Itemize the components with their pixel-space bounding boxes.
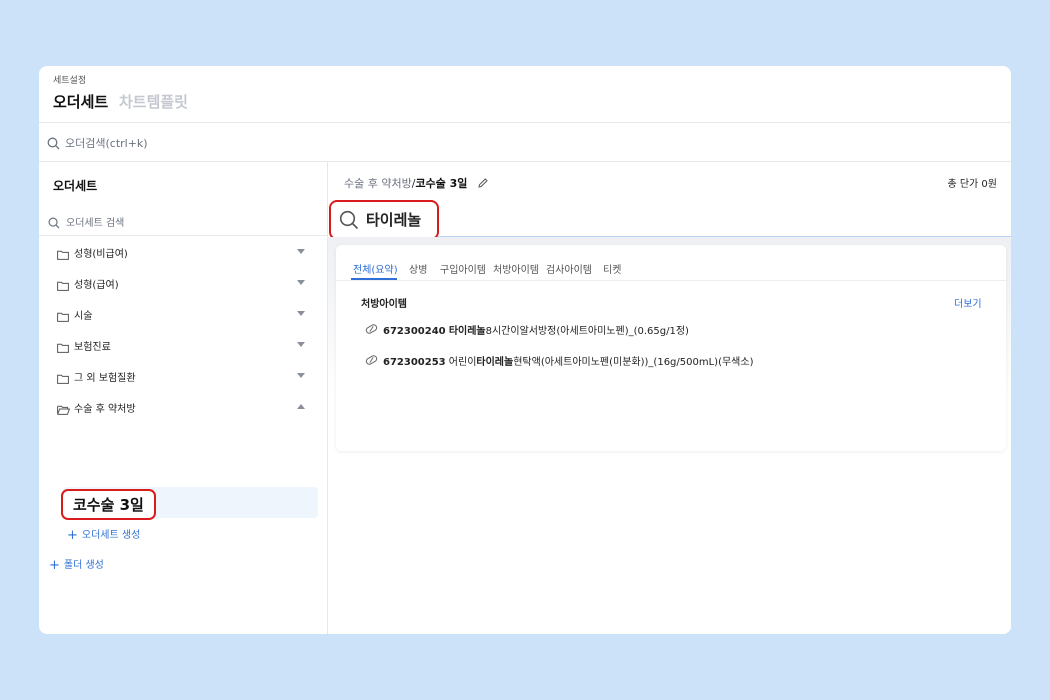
chevron-down-icon[interactable] <box>297 311 305 316</box>
plus-icon: + <box>67 528 78 543</box>
folder-icon <box>57 245 69 264</box>
header-tabs: 오더세트 차트템플릿 <box>53 91 188 112</box>
app-window: 세트설정 오더세트 차트템플릿 오더검색(ctrl+k) 오더세트 오더세트 검… <box>39 66 1011 634</box>
folder-label: 시술 <box>74 311 93 322</box>
folder-open-icon <box>57 400 71 419</box>
tab-purchase-items[interactable]: 구입아이템 <box>440 261 486 276</box>
sidebar-title: 오더세트 <box>53 179 98 193</box>
pill-icon <box>365 355 378 368</box>
plus-icon: + <box>49 558 60 573</box>
search-value: 타이레놀 <box>366 211 422 229</box>
item-search-input[interactable]: 타이레놀 <box>329 200 439 240</box>
section-title: 처방아이템 <box>361 299 407 310</box>
breadcrumb-current: 코수술 3일 <box>415 177 468 190</box>
folder-item[interactable]: 그 외 보험질환 <box>39 361 327 391</box>
search-icon <box>47 135 60 154</box>
folder-label: 그 외 보험질환 <box>74 373 136 384</box>
breadcrumb-parent[interactable]: 수술 후 약처방 <box>344 177 412 190</box>
chevron-down-icon[interactable] <box>297 280 305 285</box>
active-tab-indicator <box>351 278 397 280</box>
folder-item[interactable]: 보험진료 <box>39 330 327 360</box>
result-item[interactable]: 672300253 어린이타이레놀현탁액(아세트아미노펜(미분화))_(16g/… <box>365 353 985 368</box>
tab-exam-items[interactable]: 검사아이템 <box>546 261 592 276</box>
result-item[interactable]: 672300240 타이레놀8시간이알서방정(아세트아미노펜)_(0.65g/1… <box>365 322 985 337</box>
result-tabs: 전체(요약) 상병 구입아이템 처방아이템 검사아이템 티켓 <box>336 245 1006 281</box>
search-icon <box>48 214 60 233</box>
global-search-bar[interactable]: 오더검색(ctrl+k) <box>39 122 1011 162</box>
global-search-input[interactable]: 오더검색(ctrl+k) <box>65 135 148 151</box>
folder-icon <box>57 307 69 326</box>
result-text: 672300240 타이레놀8시간이알서방정(아세트아미노펜)_(0.65g/1… <box>383 326 689 337</box>
folder-icon <box>57 338 69 357</box>
folder-label: 수술 후 약처방 <box>74 404 136 415</box>
add-folder-button[interactable]: + 폴더 생성 <box>49 556 104 573</box>
search-icon <box>339 210 359 234</box>
folder-item[interactable]: 성형(급여) <box>39 268 327 298</box>
total-price: 총 단가 0원 <box>947 179 997 190</box>
pill-icon <box>365 324 378 337</box>
chevron-up-icon[interactable] <box>297 404 305 409</box>
folder-label: 성형(비급여) <box>74 249 128 260</box>
tab-all-summary[interactable]: 전체(요약) <box>353 261 398 276</box>
folder-label: 보험진료 <box>74 342 111 353</box>
breadcrumb: 수술 후 약처방/코수술 3일 <box>344 175 489 192</box>
folder-icon <box>57 369 69 388</box>
order-set-search-input[interactable]: 오더세트 검색 <box>66 214 124 229</box>
tab-diagnosis[interactable]: 상병 <box>409 261 427 276</box>
chevron-down-icon[interactable] <box>297 373 305 378</box>
folder-icon <box>57 276 69 295</box>
main-panel: 수술 후 약처방/코수술 3일 총 단가 0원 타이레놀 전체(요약) 상병 구… <box>328 162 1011 634</box>
chevron-down-icon[interactable] <box>297 342 305 347</box>
result-text: 672300253 어린이타이레놀현탁액(아세트아미노펜(미분화))_(16g/… <box>383 357 754 368</box>
search-results-card: 전체(요약) 상병 구입아이템 처방아이템 검사아이템 티켓 처방아이템 더보기… <box>336 245 1006 451</box>
tab-prescription-items[interactable]: 처방아이템 <box>493 261 539 276</box>
chevron-down-icon[interactable] <box>297 249 305 254</box>
folder-label: 성형(급여) <box>74 280 119 291</box>
pencil-icon[interactable] <box>477 177 489 192</box>
section-label: 세트설정 <box>53 76 87 86</box>
folder-item[interactable]: 시술 <box>39 299 327 329</box>
selected-order-set-label[interactable]: 코수술 3일 <box>61 489 156 520</box>
tab-tickets[interactable]: 티켓 <box>603 261 621 276</box>
page-header: 세트설정 오더세트 차트템플릿 <box>39 66 1011 123</box>
tab-order-set[interactable]: 오더세트 <box>53 93 108 111</box>
more-link[interactable]: 더보기 <box>954 295 982 310</box>
order-set-search[interactable]: 오더세트 검색 <box>39 205 327 236</box>
tab-chart-template[interactable]: 차트템플릿 <box>119 93 188 111</box>
add-order-set-button[interactable]: + 오더세트 생성 <box>67 526 140 543</box>
folder-item-expanded[interactable]: 수술 후 약처방 <box>39 392 327 422</box>
folder-item[interactable]: 성형(비급여) <box>39 237 327 267</box>
sidebar: 오더세트 오더세트 검색 성형(비급여) 성형(급여) 시술 보험진료 그 외 … <box>39 162 328 634</box>
